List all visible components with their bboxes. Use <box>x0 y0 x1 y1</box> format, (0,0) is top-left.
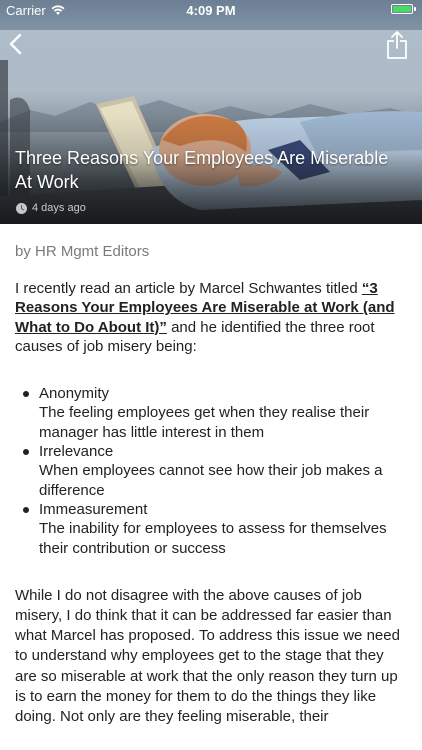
body-paragraph: While I do not disagree with the above c… <box>15 586 400 726</box>
share-button[interactable] <box>386 30 408 60</box>
post-date: 4 days ago <box>16 202 86 214</box>
bullet-icon <box>23 449 29 456</box>
battery-fill <box>393 6 411 12</box>
battery-icon <box>391 4 413 14</box>
battery-indicator <box>391 4 416 14</box>
screen: Carrier 4:09 PM Three Reasons Your Emplo… <box>0 0 422 750</box>
clock-icon <box>16 202 27 214</box>
status-bar: Carrier 4:09 PM <box>0 0 422 22</box>
cause-description: When employees cannot see how their job … <box>39 462 383 499</box>
cause-description: The inability for employees to assess fo… <box>39 520 387 557</box>
list-item: Irrelevance When employees cannot see ho… <box>15 442 407 500</box>
list-item: Immeasurement The inability for employee… <box>15 500 407 558</box>
share-icon <box>387 31 407 59</box>
battery-tip <box>414 7 416 11</box>
post-date-label: 4 days ago <box>32 202 86 214</box>
intro-text-start: I recently read an article by Marcel Sch… <box>15 280 362 297</box>
cause-name: Irrelevance <box>39 443 114 461</box>
cause-description: The feeling employees get when they real… <box>39 404 370 441</box>
clock: 4:09 PM <box>186 3 236 18</box>
causes-list: Anonymity The feeling employees get when… <box>15 384 407 558</box>
cause-name: Immeasurement <box>39 500 148 518</box>
intro-paragraph: I recently read an article by Marcel Sch… <box>15 279 407 356</box>
chevron-left-icon <box>9 33 22 55</box>
list-item: Anonymity The feeling employees get when… <box>15 384 407 442</box>
back-button[interactable] <box>6 32 26 56</box>
article-title: Three Reasons Your Employees Are Miserab… <box>15 148 389 192</box>
bullet-icon <box>23 506 29 513</box>
bullet-icon <box>23 391 29 398</box>
article-body: by HR Mgmt Editors I recently read an ar… <box>0 224 422 727</box>
author-byline: by HR Mgmt Editors <box>15 243 150 260</box>
cause-name: Anonymity <box>39 385 110 403</box>
